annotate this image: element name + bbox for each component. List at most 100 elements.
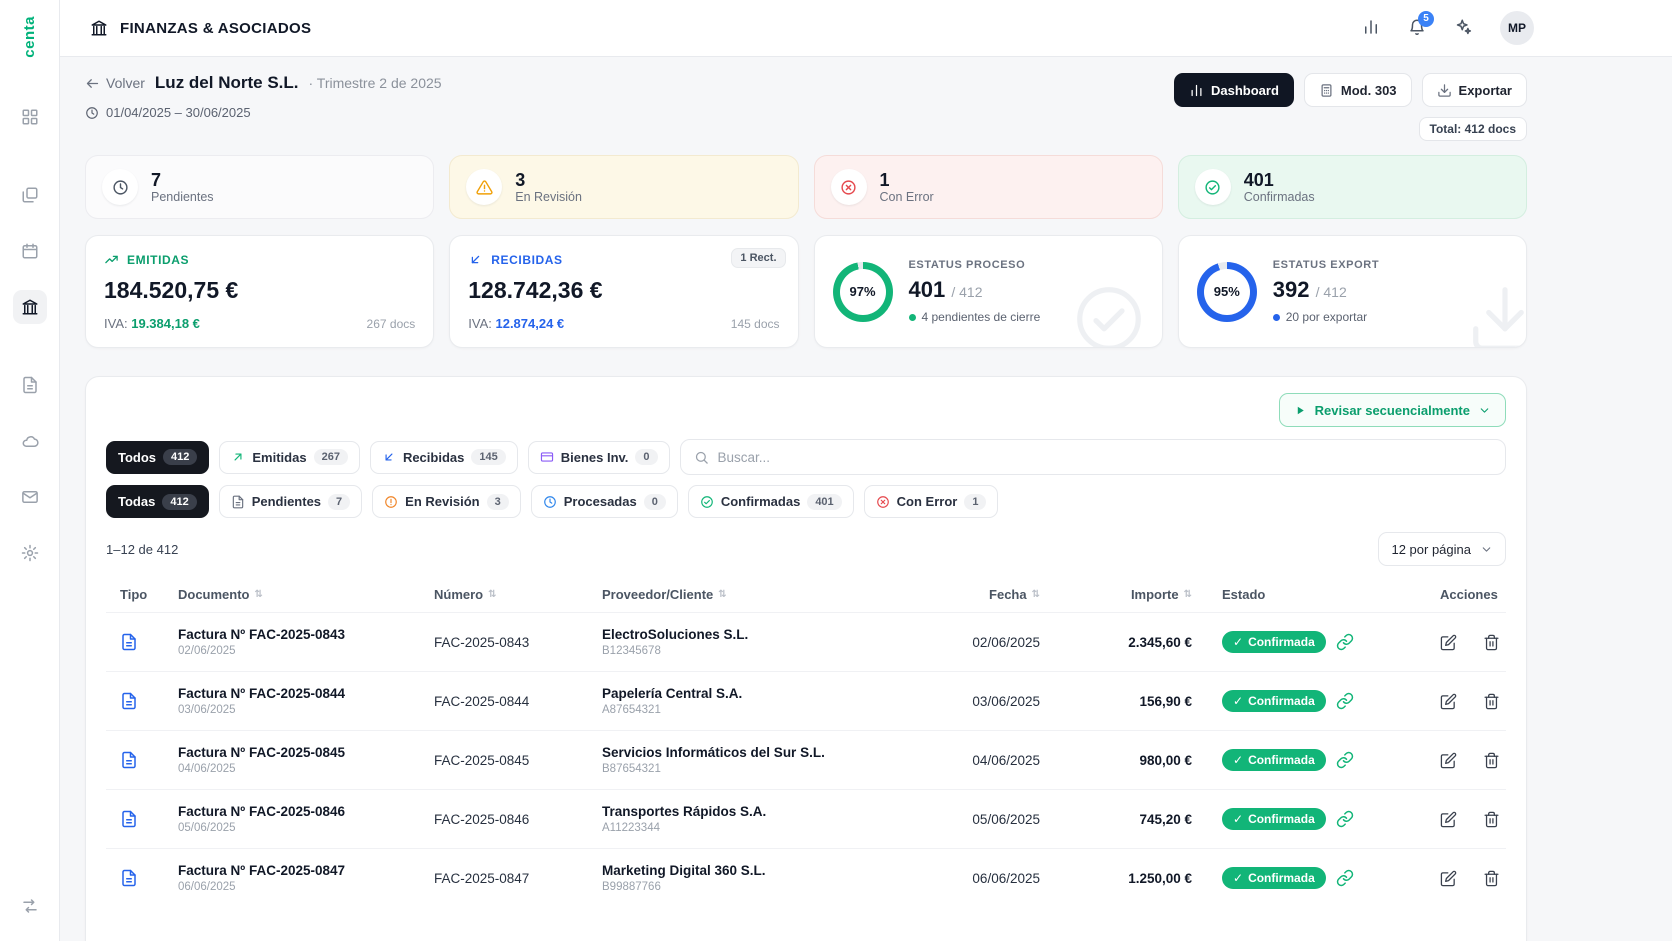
table-row[interactable]: Factura Nº FAC-2025-0846 05/06/2025 FAC-… [106, 789, 1506, 848]
sidebar-item-dashboard[interactable] [13, 100, 47, 134]
arrow-down-left-icon [382, 450, 396, 464]
amount-cell: 745,20 € [1050, 812, 1202, 827]
notifications-button[interactable]: 5 [1408, 18, 1426, 39]
status-chip-en-revision[interactable]: En Revisión3 [372, 485, 521, 518]
emitidas-docs: 267 docs [367, 317, 416, 331]
client-nif: B99887766 [602, 881, 661, 893]
stat-label: En Revisión [515, 190, 582, 204]
stat-value: 7 [151, 170, 214, 191]
summary-cards: EMITIDAS 184.520,75 € IVA: 19.384,18 € 2… [85, 235, 1527, 348]
export-button[interactable]: Exportar [1422, 73, 1527, 107]
period-label: · Trimestre 2 de 2025 [308, 75, 441, 91]
delete-icon[interactable] [1483, 811, 1500, 828]
link-icon[interactable] [1336, 633, 1354, 651]
delete-icon[interactable] [1483, 634, 1500, 651]
gear-icon [21, 544, 39, 562]
document-date: 03/06/2025 [178, 704, 236, 716]
arrow-left-icon [85, 76, 100, 91]
chevron-down-icon [1480, 543, 1493, 556]
status-chip-pendientes[interactable]: Pendientes7 [219, 485, 362, 518]
link-icon[interactable] [1336, 751, 1354, 769]
assistant-button[interactable] [1454, 18, 1472, 39]
col-importe[interactable]: Importe⇅ [1050, 587, 1202, 602]
document-title: Factura Nº FAC-2025-0847 [178, 863, 345, 878]
table-header: Tipo Documento⇅ Número⇅ Proveedor/Client… [106, 576, 1506, 612]
sidebar-item-mail[interactable] [13, 480, 47, 514]
amount-cell: 1.250,00 € [1050, 871, 1202, 886]
col-tipo: Tipo [106, 587, 168, 602]
stat-value: 401 [1244, 170, 1315, 191]
date-cell: 06/06/2025 [938, 871, 1050, 886]
search-input[interactable] [718, 450, 1492, 465]
link-icon[interactable] [1336, 692, 1354, 710]
delete-icon[interactable] [1483, 870, 1500, 887]
col-documento[interactable]: Documento⇅ [168, 587, 424, 602]
status-chip-todas[interactable]: Todas412 [106, 485, 209, 518]
client-nif: A87654321 [602, 704, 661, 716]
sort-icon: ⇅ [488, 589, 496, 600]
client-name: ElectroSoluciones S.L. [602, 627, 748, 642]
mod303-button[interactable]: Mod. 303 [1304, 73, 1412, 107]
status-chip-con-error[interactable]: Con Error1 [864, 485, 999, 518]
user-avatar[interactable]: MP [1500, 11, 1534, 45]
edit-icon[interactable] [1440, 870, 1457, 887]
review-sequential-button[interactable]: Revisar secuencialmente [1279, 393, 1506, 427]
status-badge: ✓Confirmada [1222, 690, 1326, 712]
edit-icon[interactable] [1440, 811, 1457, 828]
check-circle-icon [700, 495, 714, 509]
col-fecha[interactable]: Fecha⇅ [938, 587, 1050, 602]
edit-icon[interactable] [1440, 693, 1457, 710]
amount-cell: 2.345,60 € [1050, 635, 1202, 650]
filter-chip-todos[interactable]: Todos412 [106, 441, 209, 474]
sidebar-item-settings[interactable] [13, 536, 47, 570]
sidebar-item-files[interactable] [13, 368, 47, 402]
app-logo[interactable]: centa [21, 0, 38, 92]
edit-icon[interactable] [1440, 752, 1457, 769]
invoice-file-icon [120, 633, 138, 651]
client-name: Transportes Rápidos S.A. [602, 804, 766, 819]
client-name: Marketing Digital 360 S.L. [602, 863, 766, 878]
edit-icon[interactable] [1440, 634, 1457, 651]
table-row[interactable]: Factura Nº FAC-2025-0847 06/06/2025 FAC-… [106, 848, 1506, 907]
status-badge: ✓Confirmada [1222, 631, 1326, 653]
topbar: FINANZAS & ASOCIADOS 5 MP [60, 0, 1672, 57]
analytics-button[interactable] [1362, 18, 1380, 39]
col-estado: Estado [1202, 587, 1430, 602]
page-header: Volver Luz del Norte S.L. · Trimestre 2 … [85, 73, 1527, 141]
sidebar-item-transfer[interactable] [13, 889, 47, 923]
filter-chip-recibidas[interactable]: Recibidas145 [370, 441, 518, 474]
client-nif: B12345678 [602, 645, 661, 657]
sidebar-item-calendar[interactable] [13, 234, 47, 268]
filter-chip-emitidas[interactable]: Emitidas267 [219, 441, 360, 474]
link-icon[interactable] [1336, 810, 1354, 828]
amount-cell: 156,90 € [1050, 694, 1202, 709]
sidebar-item-documents[interactable] [13, 178, 47, 212]
clock-icon [543, 495, 557, 509]
back-link[interactable]: Volver [85, 75, 145, 91]
filter-chip-bienes[interactable]: Bienes Inv.0 [528, 441, 670, 474]
status-chip-procesadas[interactable]: Procesadas0 [531, 485, 678, 518]
type-filter-row: Todos412 Emitidas267 Recibidas145 Bienes… [106, 439, 1506, 475]
alert-circle-icon [384, 495, 398, 509]
sidebar-item-finanzas[interactable] [13, 290, 47, 324]
table-row[interactable]: Factura Nº FAC-2025-0844 03/06/2025 FAC-… [106, 671, 1506, 730]
sidebar-item-cloud[interactable] [13, 424, 47, 458]
dashboard-button[interactable]: Dashboard [1174, 73, 1294, 107]
link-icon[interactable] [1336, 869, 1354, 887]
status-chip-confirmadas[interactable]: Confirmadas401 [688, 485, 854, 518]
table-row[interactable]: Factura Nº FAC-2025-0845 04/06/2025 FAC-… [106, 730, 1506, 789]
document-number: FAC-2025-0844 [424, 694, 592, 709]
delete-icon[interactable] [1483, 693, 1500, 710]
stat-value: 3 [515, 170, 582, 191]
arrow-up-right-icon [231, 450, 245, 464]
col-numero[interactable]: Número⇅ [424, 587, 592, 602]
chevron-down-icon [1478, 404, 1491, 417]
table-row[interactable]: Factura Nº FAC-2025-0843 02/06/2025 FAC-… [106, 612, 1506, 671]
col-proveedor[interactable]: Proveedor/Cliente⇅ [592, 587, 938, 602]
export-note: 20 por exportar [1286, 310, 1367, 324]
date-cell: 04/06/2025 [938, 753, 1050, 768]
clock-icon [112, 179, 129, 196]
delete-icon[interactable] [1483, 752, 1500, 769]
per-page-select[interactable]: 12 por página [1378, 532, 1506, 566]
card-icon [540, 450, 554, 464]
